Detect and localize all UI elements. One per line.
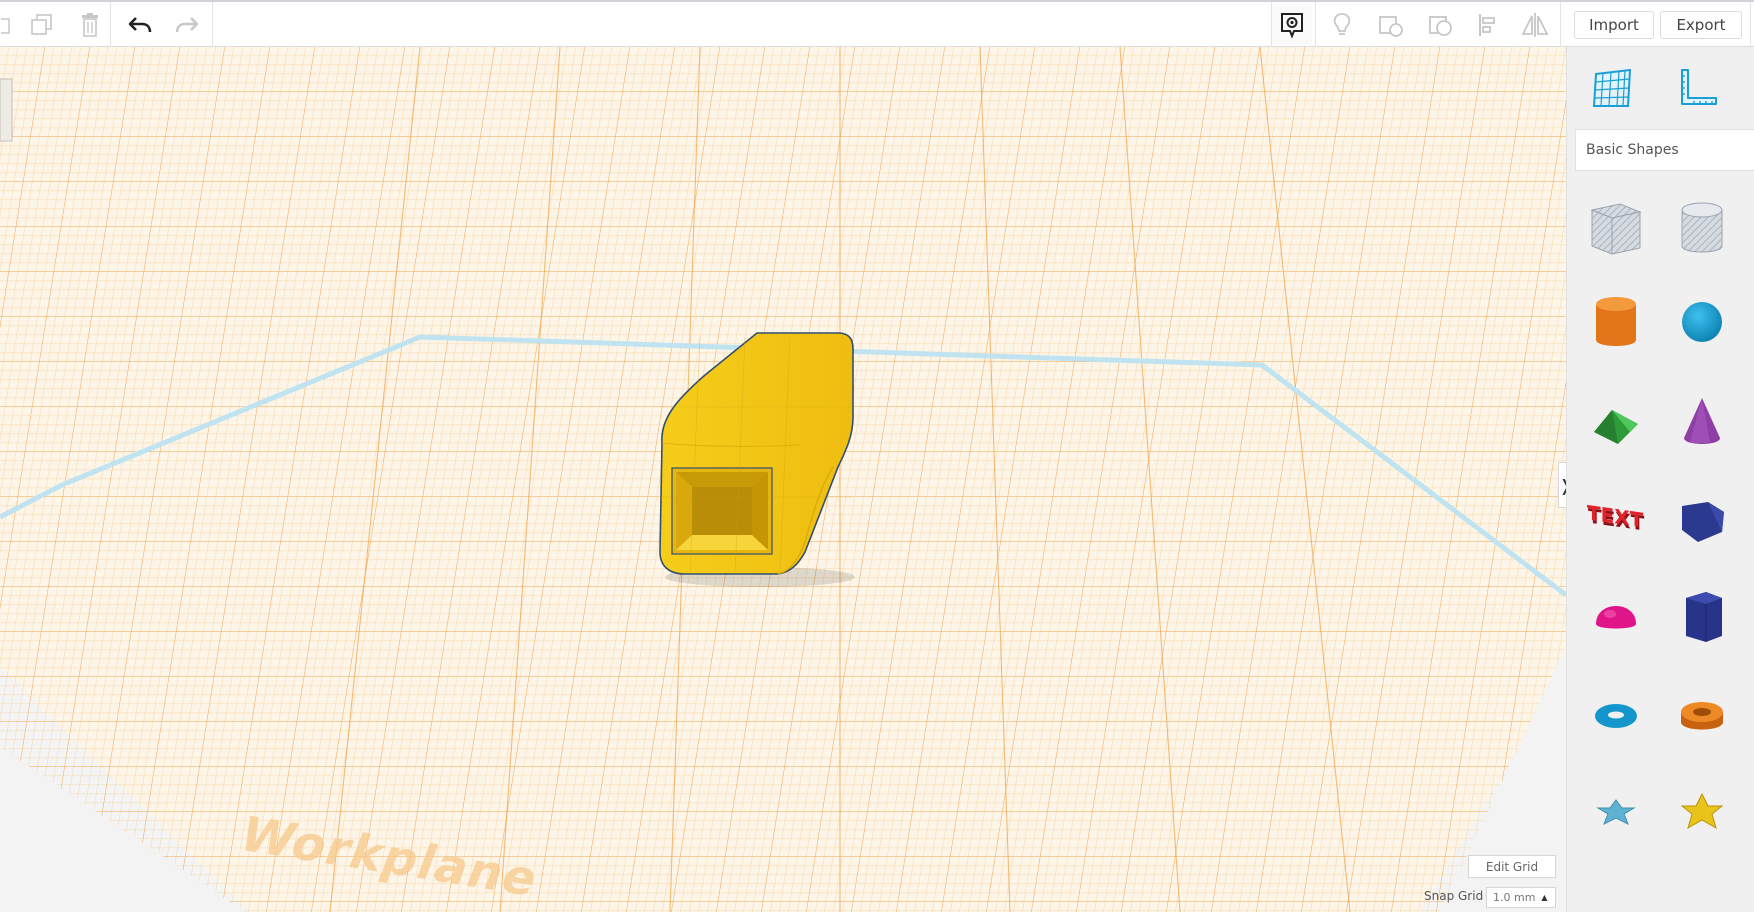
sphere-shape[interactable] bbox=[1667, 287, 1737, 357]
partial-box-object[interactable] bbox=[0, 78, 13, 142]
cylinder-hole-icon bbox=[1681, 202, 1723, 253]
star-yellow-icon bbox=[1680, 792, 1724, 830]
redo-button[interactable] bbox=[167, 6, 207, 44]
toolbar-divider bbox=[110, 2, 111, 48]
sidebar-collapse-toggle[interactable]: ❭ bbox=[1558, 462, 1566, 508]
shape-category-label: Basic Shapes bbox=[1586, 142, 1679, 158]
cylinder-hole-shape[interactable] bbox=[1667, 193, 1737, 263]
workplane-canvas[interactable] bbox=[0, 47, 1566, 912]
align-icon bbox=[1479, 14, 1495, 36]
shape-library-panel: Basic Shapes TEXT TEXT bbox=[1566, 47, 1754, 912]
duplicate-button[interactable] bbox=[22, 6, 62, 44]
toolbar-divider bbox=[212, 2, 213, 48]
3d-viewport[interactable]: Workplane ❭ Edit Grid Snap Grid 1.0 mm ▲ bbox=[0, 47, 1566, 912]
star-blue-shape[interactable] bbox=[1581, 775, 1651, 845]
wedge-icon bbox=[1682, 502, 1724, 542]
cylinder-shape[interactable] bbox=[1581, 287, 1651, 357]
cylinder-icon bbox=[1596, 297, 1636, 346]
align-button[interactable] bbox=[1468, 6, 1508, 44]
lightbulb-icon bbox=[1333, 13, 1351, 35]
view-tools bbox=[1567, 47, 1754, 127]
half-sphere-icon bbox=[1596, 606, 1636, 629]
export-button[interactable]: Export bbox=[1660, 11, 1742, 39]
star-blue-icon bbox=[1596, 799, 1636, 826]
text-shape[interactable]: TEXT TEXT bbox=[1581, 485, 1651, 555]
toolbar-divider bbox=[1315, 2, 1316, 48]
lightbulb-button[interactable] bbox=[1322, 6, 1362, 44]
cone-shape[interactable] bbox=[1667, 387, 1737, 457]
snap-grid-label: Snap Grid bbox=[1424, 889, 1484, 903]
redo-icon bbox=[175, 17, 199, 33]
toolbar-divider bbox=[1560, 2, 1561, 48]
star-yellow-shape[interactable] bbox=[1667, 775, 1737, 845]
mirror-icon bbox=[1521, 13, 1549, 37]
snap-grid-value: 1.0 mm bbox=[1493, 891, 1536, 904]
box-hole-shape[interactable] bbox=[1581, 193, 1651, 263]
trash-icon bbox=[82, 13, 98, 37]
roof-icon bbox=[1594, 410, 1638, 444]
duplicate-icon bbox=[31, 14, 52, 35]
workplane-tool-button[interactable] bbox=[1577, 53, 1647, 123]
notes-icon bbox=[1281, 13, 1303, 39]
caret-up-icon: ▲ bbox=[1541, 893, 1548, 902]
shape-icon bbox=[1379, 16, 1403, 37]
hole-button[interactable] bbox=[1420, 6, 1460, 44]
ruler-icon bbox=[1681, 69, 1717, 105]
cone-icon bbox=[1684, 398, 1720, 444]
undo-button[interactable] bbox=[120, 6, 160, 44]
edit-grid-button[interactable]: Edit Grid bbox=[1468, 855, 1556, 878]
import-button[interactable]: Import bbox=[1574, 11, 1654, 39]
top-toolbar: Import Export bbox=[0, 0, 1754, 48]
hole-icon bbox=[1429, 16, 1452, 36]
notes-button[interactable] bbox=[1272, 6, 1312, 44]
roof-shape[interactable] bbox=[1581, 387, 1651, 457]
box-hole-icon bbox=[1590, 203, 1642, 255]
torus-shape[interactable] bbox=[1581, 681, 1651, 751]
tube-icon bbox=[1681, 702, 1723, 730]
ruler-tool-button[interactable] bbox=[1663, 53, 1733, 123]
sphere-icon bbox=[1682, 302, 1722, 342]
toolbar-divider bbox=[1750, 2, 1751, 48]
shape-category-select[interactable]: Basic Shapes bbox=[1575, 129, 1754, 171]
polygon-shape[interactable] bbox=[1667, 581, 1737, 651]
delete-button[interactable] bbox=[70, 6, 110, 44]
copy-icon bbox=[1, 18, 10, 34]
wedge-shape[interactable] bbox=[1667, 485, 1737, 555]
torus-icon bbox=[1595, 704, 1637, 728]
copy-button[interactable] bbox=[0, 6, 14, 44]
half-sphere-shape[interactable] bbox=[1581, 581, 1651, 651]
snap-grid-select[interactable]: 1.0 mm ▲ bbox=[1486, 887, 1556, 908]
polygon-icon bbox=[1686, 592, 1722, 642]
workplane-grid-icon bbox=[1592, 68, 1632, 107]
undo-icon bbox=[128, 17, 152, 33]
mirror-button[interactable] bbox=[1515, 6, 1555, 44]
tube-shape[interactable] bbox=[1667, 681, 1737, 751]
shape-button[interactable] bbox=[1370, 6, 1410, 44]
text-shape-icon: TEXT TEXT bbox=[1587, 501, 1645, 536]
